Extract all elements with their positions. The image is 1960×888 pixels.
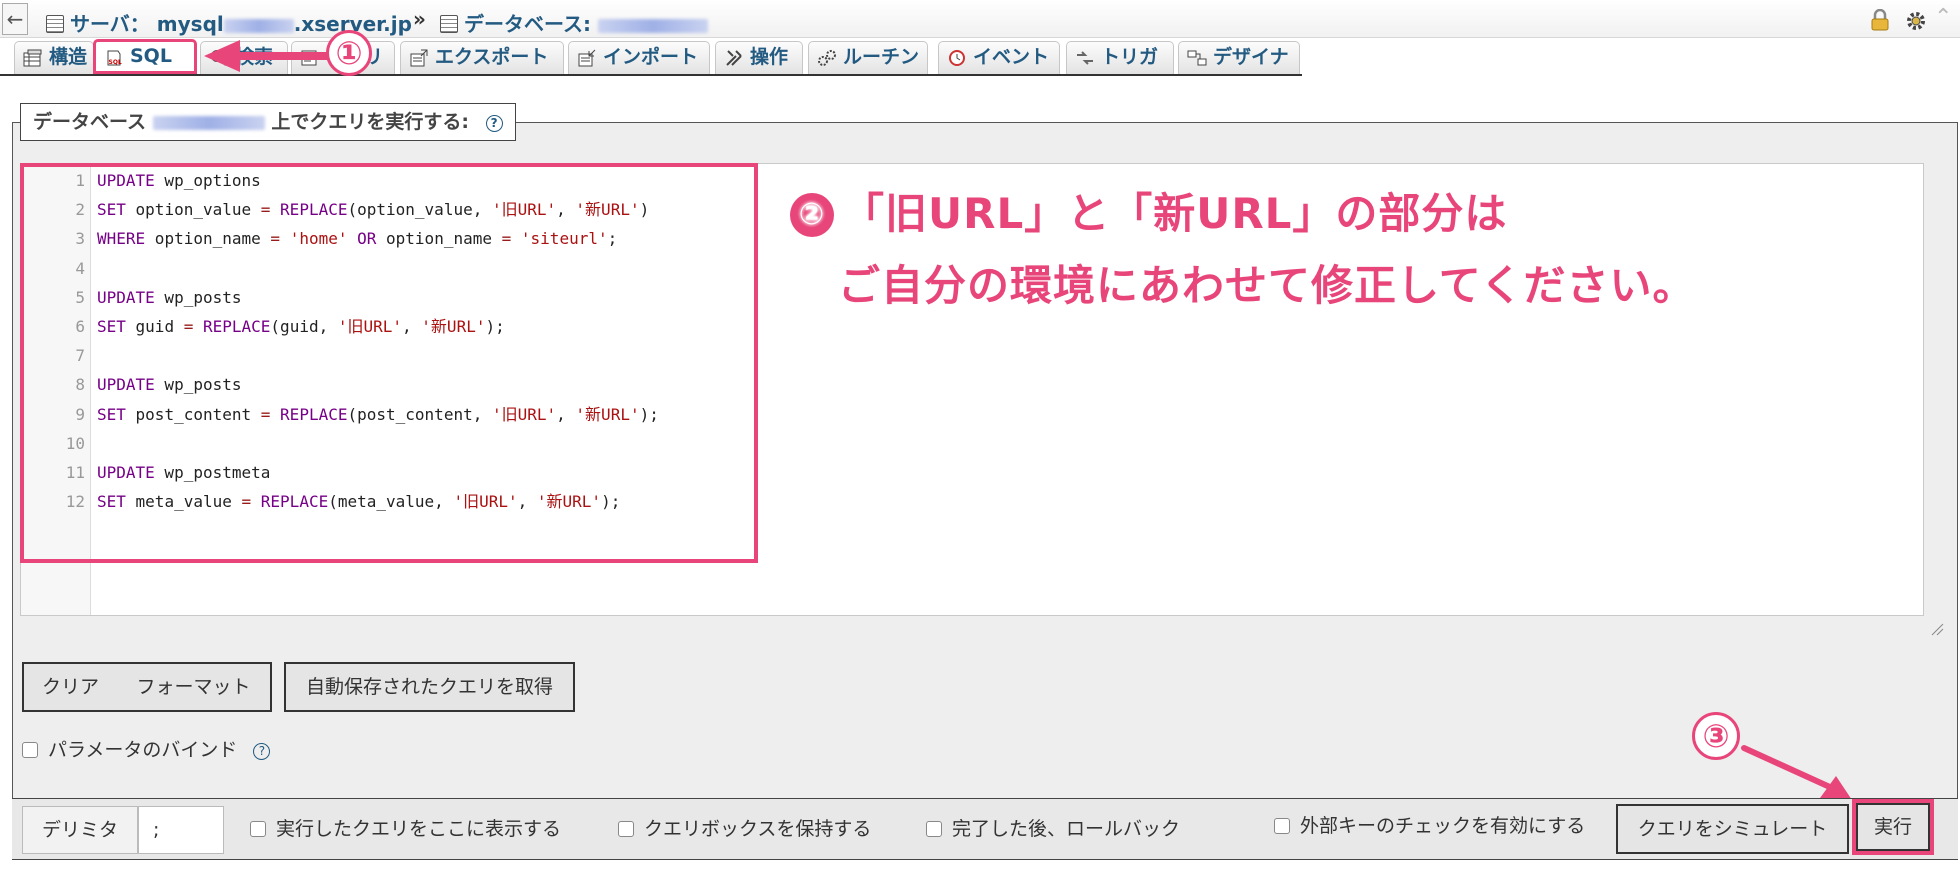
tab-bar: 構造 SQL SQL 検索 クエリ エクスポート インポート 操作 ルーチン イ… xyxy=(0,38,1960,76)
query-panel-legend: データベース 上でクエリを実行する: ? xyxy=(20,103,516,141)
annotation-step-2: ② xyxy=(790,193,834,237)
clear-button[interactable]: クリア xyxy=(22,662,118,712)
code-line[interactable]: 8 UPDATE wp_posts xyxy=(21,370,1921,399)
code-text: UPDATE wp_options xyxy=(97,171,261,190)
delimiter-input[interactable]: ; xyxy=(138,806,224,854)
phpmyadmin-sql-page: ← サーバ： mysql .xserver.jp » データベース: ⌃ 構造 S… xyxy=(0,0,1960,888)
show-query-checkbox[interactable] xyxy=(250,821,266,837)
export-icon xyxy=(410,49,428,67)
retain-query-box-checkbox[interactable] xyxy=(618,821,634,837)
show-query-option[interactable]: 実行したクエリをここに表示する xyxy=(250,815,561,843)
line-number: 5 xyxy=(75,287,85,307)
code-text: SET meta_value = REPLACE(meta_value, '旧U… xyxy=(97,492,621,512)
redacted-database-name xyxy=(597,18,708,33)
breadcrumb-server[interactable]: サーバ： mysql .xserver.jp xyxy=(46,8,412,37)
help-icon[interactable]: ? xyxy=(485,115,503,132)
line-number: 1 xyxy=(75,171,85,190)
clock-icon xyxy=(949,50,965,66)
search-icon xyxy=(211,50,227,66)
tab-search[interactable]: 検索 xyxy=(200,41,288,74)
designer-icon xyxy=(1187,50,1207,66)
line-number: 9 xyxy=(75,404,85,424)
annotation-note: ② 「旧URL」と「新URL」の部分は ご自分の環境にあわせて修正してください。 xyxy=(790,178,1695,322)
line-number: 10 xyxy=(65,433,85,453)
tab-triggers[interactable]: トリガ xyxy=(1066,41,1174,74)
execute-button[interactable]: 実行 xyxy=(1856,803,1930,851)
tab-operations[interactable]: 操作 xyxy=(715,41,803,74)
code-text: SET post_content = REPLACE(post_content,… xyxy=(97,404,659,424)
code-text: SET option_value = REPLACE(option_value,… xyxy=(97,200,650,220)
simulate-query-button[interactable]: クエリをシミュレート xyxy=(1616,804,1849,854)
get-autosaved-query-button[interactable]: 自動保存されたクエリを取得 xyxy=(284,662,575,712)
tab-import[interactable]: インポート xyxy=(568,41,710,74)
line-number: 8 xyxy=(75,375,85,395)
code-text: WHERE option_name = 'home' OR option_nam… xyxy=(97,229,618,249)
tab-structure[interactable]: 構造 xyxy=(14,41,94,74)
breadcrumb-database[interactable]: データベース: xyxy=(440,8,708,37)
tab-export[interactable]: エクスポート xyxy=(400,41,564,74)
tab-query[interactable]: クエリ xyxy=(291,41,395,74)
delimiter-label: デリミタ xyxy=(22,806,138,854)
tab-designer[interactable]: デザイナ xyxy=(1178,41,1300,74)
code-text: UPDATE wp_posts xyxy=(97,287,242,307)
breadcrumb-bar: ← サーバ： mysql .xserver.jp » データベース: ⌃ xyxy=(0,0,1960,38)
back-arrow-icon[interactable]: ← xyxy=(2,3,28,35)
svg-text:SQL: SQL xyxy=(109,59,122,66)
database-icon xyxy=(440,15,458,33)
bind-parameters-checkbox[interactable] xyxy=(22,742,38,758)
sql-icon: SQL xyxy=(107,50,122,66)
resize-grip-icon[interactable] xyxy=(1930,622,1944,636)
format-button[interactable]: フォーマット xyxy=(117,662,272,712)
query-icon xyxy=(301,50,317,66)
code-line[interactable]: 7 xyxy=(21,341,1921,370)
breadcrumb-separator: » xyxy=(413,7,426,31)
gear-icon[interactable] xyxy=(1904,9,1928,33)
rollback-checkbox[interactable] xyxy=(926,821,942,837)
foreign-key-check-option[interactable]: 外部キーのチェックを有効にする xyxy=(1274,812,1585,840)
code-line[interactable]: 10 xyxy=(21,429,1921,458)
line-number: 3 xyxy=(75,229,85,249)
line-number: 12 xyxy=(65,492,85,512)
code-text: UPDATE wp_posts xyxy=(97,375,242,395)
tab-sql[interactable]: SQL SQL xyxy=(93,39,197,74)
code-line[interactable]: 11 UPDATE wp_postmeta xyxy=(21,458,1921,487)
routines-icon xyxy=(818,50,836,66)
code-line[interactable]: 12 SET meta_value = REPLACE(meta_value, '… xyxy=(21,487,1921,516)
tab-routines[interactable]: ルーチン xyxy=(808,41,928,74)
code-line[interactable]: 9 SET post_content = REPLACE(post_content… xyxy=(21,400,1921,429)
structure-icon xyxy=(23,49,42,67)
server-icon xyxy=(46,15,64,33)
code-text: SET guid = REPLACE(guid, '旧URL', '新URL')… xyxy=(97,317,505,336)
redacted-database-name xyxy=(152,115,265,130)
retain-query-box-option[interactable]: クエリボックスを保持する xyxy=(618,815,871,843)
tab-events[interactable]: イベント xyxy=(938,41,1060,74)
line-number: 6 xyxy=(75,317,85,336)
foreign-key-check-checkbox[interactable] xyxy=(1274,818,1290,834)
help-icon[interactable]: ? xyxy=(253,743,271,760)
collapse-icon[interactable]: ⌃ xyxy=(1934,5,1952,30)
import-icon xyxy=(578,49,596,67)
wrench-icon xyxy=(726,50,742,66)
trigger-icon xyxy=(1077,51,1093,65)
redacted-server-name xyxy=(223,18,294,33)
lock-icon[interactable] xyxy=(1870,9,1890,31)
line-number: 4 xyxy=(75,258,85,278)
bind-parameters-option[interactable]: パラメータのバインド ? xyxy=(22,736,271,764)
line-number: 2 xyxy=(75,200,85,220)
rollback-option[interactable]: 完了した後、ロールバック xyxy=(926,815,1180,843)
tab-bar-underline xyxy=(0,74,1302,76)
line-number: 11 xyxy=(65,463,85,482)
line-number: 7 xyxy=(75,346,85,366)
code-text: UPDATE wp_postmeta xyxy=(97,463,271,482)
